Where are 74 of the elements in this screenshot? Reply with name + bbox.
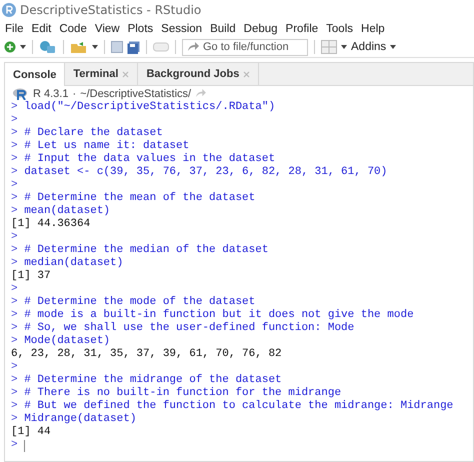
working-directory[interactable]: ~/DescriptiveStatistics/ [80, 88, 192, 100]
console-prompt: > [11, 335, 18, 348]
menu-item[interactable]: Edit [30, 22, 56, 34]
separator-dot: · [72, 88, 76, 100]
console-prompt: > [11, 192, 18, 205]
console-prompt: > [11, 101, 18, 114]
command-text: # Input the data values in the dataset [24, 153, 276, 166]
addins-button[interactable]: Addins [351, 41, 386, 53]
command-text: mean(dataset) [24, 205, 110, 218]
console-prompt: > [11, 439, 18, 452]
command-text: dataset <- c(39, 35, 76, 37, 23, 6, 82, 28, 31, 61, 70) [24, 166, 388, 179]
console-prompt: > [11, 374, 18, 387]
console-prompt: > [11, 166, 18, 179]
console-prompt: > [11, 205, 18, 218]
command-text: # Let us name it: dataset [24, 140, 190, 153]
menu-item[interactable]: Tools [325, 22, 358, 34]
console-prompt: > [11, 283, 18, 296]
console-prompt: > [11, 296, 18, 309]
console-prompt: > [11, 309, 18, 322]
command-text: Midrange(dataset) [24, 413, 136, 426]
command-text: # mode is a built-in function but it does not give the mode [24, 309, 414, 322]
console-prompt: > [11, 231, 18, 244]
console-prompt: > [11, 127, 18, 140]
text-cursor [24, 440, 26, 452]
menu-item[interactable]: Plots [126, 22, 158, 34]
caret-icon[interactable] [92, 45, 98, 49]
menu-item[interactable]: View [94, 22, 125, 34]
menu-item[interactable]: File [4, 22, 29, 34]
command-text: # Declare the dataset [24, 127, 163, 140]
r-version: R 4.3.1 [33, 88, 68, 100]
window-title: DescriptiveStatistics - RStudio [20, 3, 202, 17]
console-prompt: > [11, 114, 18, 127]
new-file-icon[interactable] [4, 41, 16, 53]
output-text: 6, 23, 28, 31, 35, 37, 39, 61, 70, 76, 82 [11, 348, 282, 361]
r-logo-icon [13, 88, 29, 100]
menu-item[interactable]: Profile [284, 22, 324, 34]
output-text: [1] 44.36364 [11, 218, 90, 231]
output-text: [1] 44 [11, 426, 51, 439]
menu-item[interactable]: Debug [242, 22, 283, 34]
command-text: # Determine the mode of the dataset [24, 296, 256, 309]
project-icon[interactable] [39, 40, 57, 54]
console-prompt: > [11, 140, 18, 153]
console-prompt: > [11, 179, 18, 192]
console-prompt: > [11, 244, 18, 257]
command-text: Mode(dataset) [24, 335, 110, 348]
console-prompt: > [11, 257, 18, 270]
console-prompt: > [11, 361, 18, 374]
console-prompt: > [11, 387, 18, 400]
output-text: [1] 37 [11, 270, 51, 283]
save-all-icon[interactable] [127, 40, 140, 54]
command-text: # There is no built-in function for the midrange [24, 387, 342, 400]
menu-item[interactable]: Build [209, 22, 241, 34]
console-prompt: > [11, 400, 18, 413]
command-text: load("~/DescriptiveStatistics/.RData") [24, 101, 276, 114]
command-text: # But we defined the function to calculate the midrange: Midrange [24, 400, 454, 413]
console-prompt: > [11, 322, 18, 335]
command-text: # Determine the mean of the dataset [24, 192, 256, 205]
command-text: # Determine the midrange of the dataset [24, 374, 282, 387]
caret-icon[interactable] [390, 45, 396, 49]
caret-icon[interactable] [341, 45, 347, 49]
console-prompt: > [11, 153, 18, 166]
command-text: # Determine the median of the dataset [24, 244, 268, 257]
tab[interactable]: Background Jobs [138, 63, 260, 85]
tab[interactable]: Console [5, 63, 66, 86]
console-prompt: > [11, 413, 18, 426]
caret-icon[interactable] [20, 45, 26, 49]
menu-item[interactable]: Session [160, 22, 208, 34]
command-text: median(dataset) [24, 257, 124, 270]
go-to-file-field[interactable]: Go to file/function [182, 38, 308, 56]
arrow-icon [187, 42, 199, 52]
menu-item[interactable]: Code [58, 22, 92, 34]
menu-item[interactable]: Help [360, 22, 390, 34]
command-text: # So, we shall use the user-defined function: Mode [24, 322, 354, 335]
tab[interactable]: Terminal [65, 63, 138, 85]
